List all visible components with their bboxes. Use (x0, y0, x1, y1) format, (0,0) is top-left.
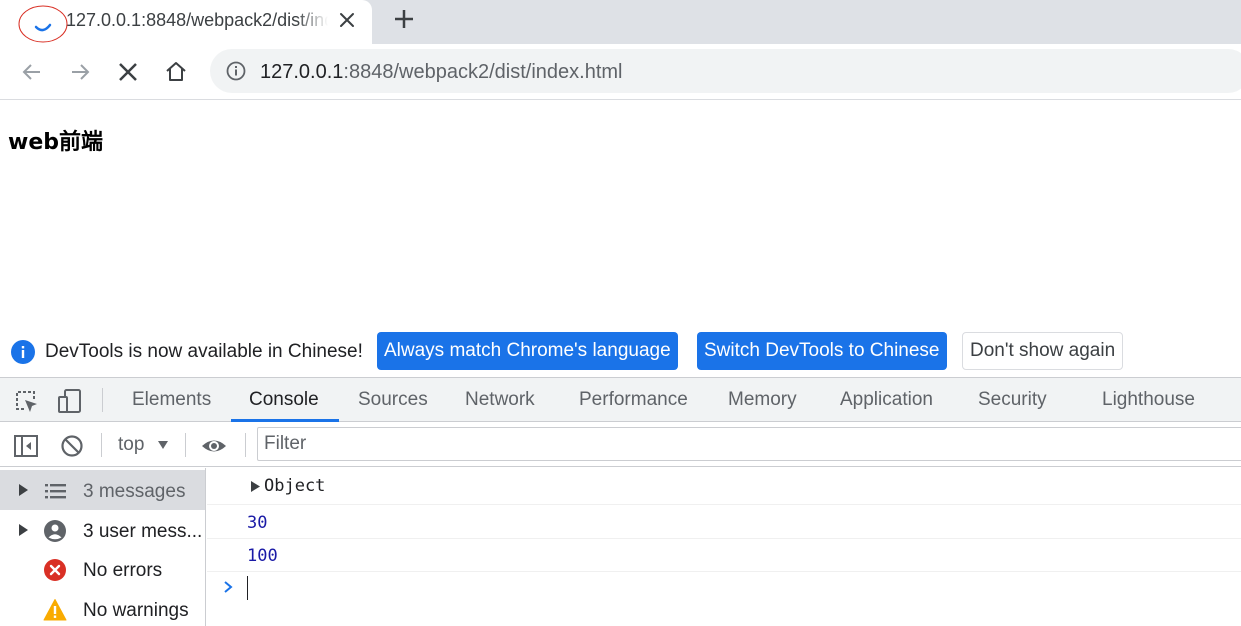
expand-arrow-icon[interactable] (250, 481, 260, 492)
page-heading: web前端 (8, 130, 103, 155)
devtools-language-banner: DevTools is now available in Chinese! Al… (0, 328, 1241, 376)
sidebar-item-label: 3 messages (83, 481, 186, 502)
always-match-language-button[interactable]: Always match Chrome's language (377, 332, 678, 370)
console-message: 100 (207, 539, 1241, 572)
console-input-caret[interactable] (247, 576, 248, 600)
sidebar-item-label: 3 user mess... (83, 521, 203, 542)
warning-icon (43, 599, 67, 621)
tab-title: 127.0.0.1:8848/webpack2/dist/index.html (66, 10, 328, 30)
forward-icon[interactable] (68, 60, 92, 84)
console-message: 30 (207, 505, 1241, 539)
back-icon[interactable] (20, 60, 44, 84)
tab-memory[interactable]: Memory (728, 389, 797, 411)
tab-strip: 127.0.0.1:8848/webpack2/dist/index.html (0, 0, 1241, 44)
sidebar-item-errors[interactable]: No errors (0, 549, 205, 589)
list-icon (45, 484, 66, 499)
console-toolbar: top (0, 423, 1241, 467)
tab-network[interactable]: Network (465, 389, 535, 411)
divider (101, 433, 102, 457)
switch-to-chinese-button[interactable]: Switch DevTools to Chinese (697, 332, 947, 370)
sidebar-item-user-messages[interactable]: 3 user mess... (0, 510, 205, 550)
tab-sources[interactable]: Sources (358, 389, 428, 411)
error-icon (44, 559, 66, 581)
live-expression-eye-icon[interactable] (201, 433, 227, 459)
sidebar-item-warnings[interactable]: No warnings (0, 589, 205, 626)
clear-console-icon[interactable] (59, 433, 85, 459)
expand-arrow-icon[interactable] (17, 484, 29, 496)
url-host: 127.0.0.1 (260, 61, 344, 83)
tab-security[interactable]: Security (978, 389, 1047, 411)
tab-lighthouse[interactable]: Lighthouse (1102, 389, 1195, 411)
console-prompt-chevron-icon (224, 581, 233, 593)
tab-application[interactable]: Application (840, 389, 933, 411)
console-message-object[interactable]: Object (207, 468, 1241, 505)
context-selector[interactable]: top (118, 434, 144, 456)
url-text: 127.0.0.1:8848/webpack2/dist/index.html (260, 61, 622, 84)
console-number-value: 30 (247, 513, 268, 533)
dont-show-again-button[interactable]: Don't show again (962, 332, 1124, 370)
browser-toolbar: 127.0.0.1:8848/webpack2/dist/index.html (0, 44, 1241, 100)
home-icon[interactable] (164, 60, 188, 84)
site-info-icon[interactable] (226, 61, 246, 81)
console-sidebar: 3 messages 3 user mess... No errors No w… (0, 468, 206, 626)
new-tab-icon[interactable] (392, 7, 416, 31)
address-bar[interactable]: 127.0.0.1:8848/webpack2/dist/index.html (210, 49, 1241, 93)
filter-input[interactable] (258, 428, 1241, 460)
device-toolbar-icon[interactable] (57, 388, 83, 414)
tab-console[interactable]: Console (249, 389, 319, 411)
user-icon (44, 520, 66, 542)
close-tab-icon[interactable] (337, 10, 357, 30)
tab-performance[interactable]: Performance (579, 389, 688, 411)
sidebar-item-label: No errors (83, 560, 163, 581)
loading-spinner-icon (18, 5, 68, 43)
active-tab-indicator (231, 419, 339, 422)
stop-loading-icon[interactable] (116, 60, 140, 84)
expand-arrow-icon[interactable] (17, 524, 29, 536)
sidebar-item-messages[interactable]: 3 messages (0, 470, 205, 510)
tab-elements[interactable]: Elements (132, 389, 211, 411)
console-number-value: 100 (247, 546, 278, 566)
divider (102, 388, 103, 412)
toggle-sidebar-icon[interactable] (13, 433, 39, 459)
url-path: :8848/webpack2/dist/index.html (343, 61, 623, 83)
divider (185, 433, 186, 457)
info-icon (11, 340, 35, 364)
inspect-element-icon[interactable] (13, 388, 39, 414)
devtools-tab-bar: Elements Console Sources Network Perform… (0, 377, 1241, 422)
sidebar-item-label: No warnings (83, 600, 189, 621)
browser-tab[interactable]: 127.0.0.1:8848/webpack2/dist/index.html (0, 0, 372, 44)
divider (245, 433, 246, 457)
chevron-down-icon[interactable] (157, 439, 169, 451)
console-object-label[interactable]: Object (264, 476, 325, 496)
banner-message: DevTools is now available in Chinese! (45, 341, 363, 362)
filter-box (257, 427, 1241, 461)
console-output: Object 30 100 (207, 468, 1241, 626)
